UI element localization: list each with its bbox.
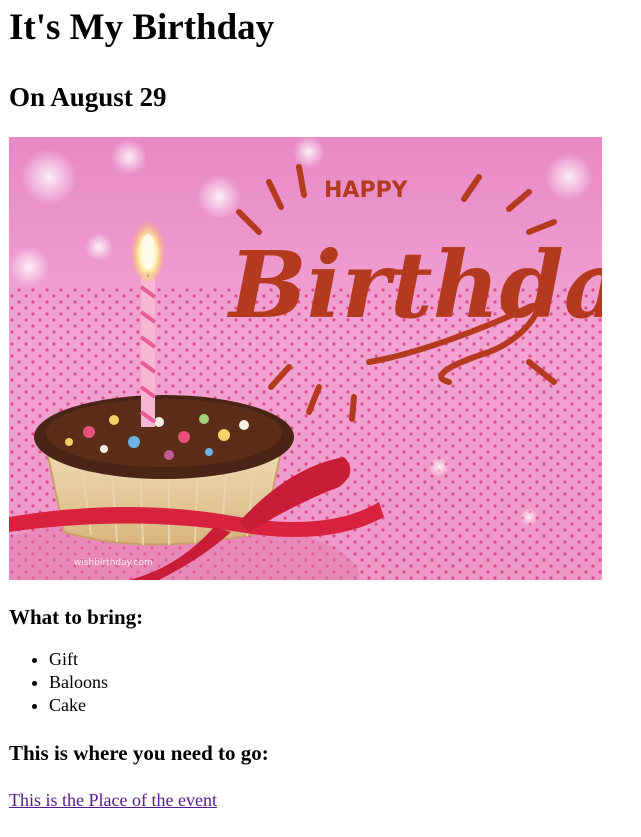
bring-item-gift: Gift	[49, 648, 632, 671]
page-subtitle: On August 29	[9, 82, 167, 112]
what-to-bring-heading: What to bring:	[9, 605, 144, 629]
bring-list: Gift Baloons Cake	[9, 648, 632, 717]
svg-text:Birthday: Birthday	[226, 231, 602, 339]
page: It's My Birthday On August 29 HAPPY Birt…	[0, 6, 641, 811]
svg-text:HAPPY: HAPPY	[324, 178, 409, 203]
bring-item-cake: Cake	[49, 694, 632, 717]
bring-item-baloons: Baloons	[49, 671, 632, 694]
svg-text:wishbirthday.com: wishbirthday.com	[74, 558, 153, 568]
birthday-cake-image: HAPPY Birthday	[9, 137, 602, 580]
page-title: It's My Birthday	[9, 7, 275, 48]
event-place-link[interactable]: This is the Place of the event	[9, 790, 217, 811]
where-to-go-heading: This is where you need to go:	[9, 741, 269, 765]
